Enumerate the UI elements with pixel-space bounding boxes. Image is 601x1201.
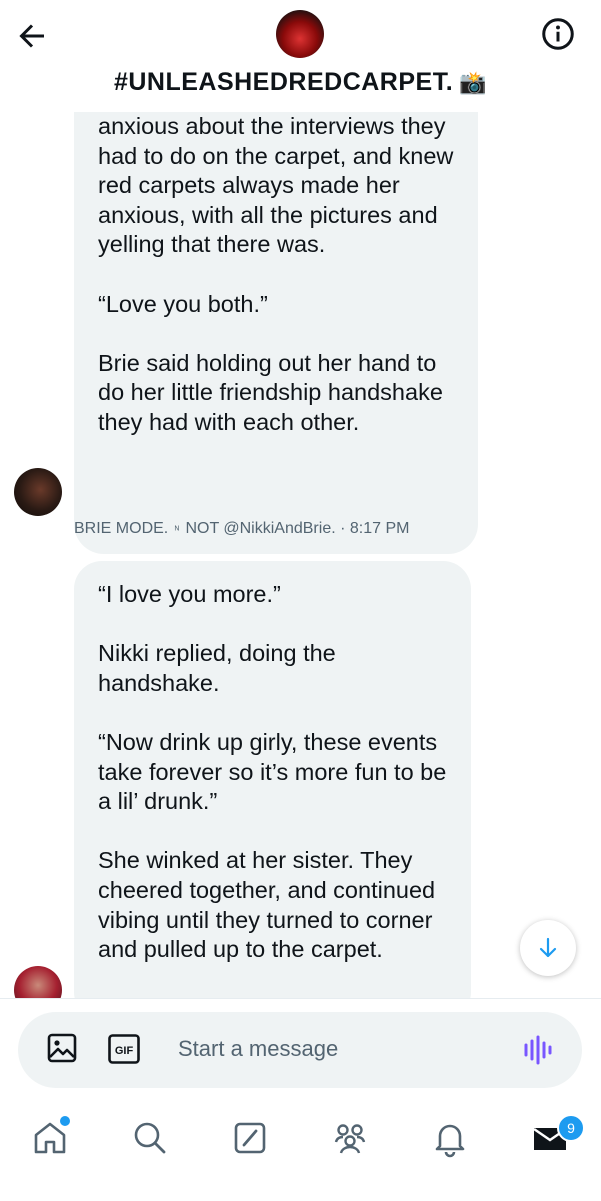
chat-header: #UNLEASHEDREDCARPET. 📸 — [0, 0, 601, 112]
message-text: anxious about the interviews they had to… — [98, 113, 454, 258]
messages-badge: 9 — [557, 1114, 585, 1142]
message-input[interactable]: Start a message — [178, 1036, 338, 1062]
message-text: “I love you more.” — [98, 581, 281, 607]
notifications-icon — [435, 1124, 465, 1158]
gif-icon: GIF — [108, 1034, 140, 1064]
sender-name[interactable]: BRIE MODE. — [74, 520, 168, 537]
search-icon — [134, 1122, 166, 1154]
arrow-left-icon — [19, 24, 44, 48]
chat-title[interactable]: #UNLEASHEDREDCARPET. 📸 — [0, 68, 601, 97]
grok-icon — [234, 1122, 266, 1154]
message-text: “Now drink up girly, these events take f… — [98, 728, 447, 815]
arrow-down-icon — [539, 937, 557, 958]
voice-waveform-icon — [524, 1035, 552, 1065]
image-icon — [47, 1033, 77, 1063]
home-notification-dot — [58, 1114, 72, 1128]
back-button[interactable] — [14, 18, 50, 54]
nav-grok[interactable] — [230, 1118, 270, 1158]
scroll-to-bottom-button[interactable] — [520, 920, 576, 976]
nav-notifications[interactable] — [430, 1118, 470, 1158]
message-text: Brie said holding out her hand to do her… — [98, 349, 443, 435]
gif-label: GIF — [115, 1045, 134, 1057]
nav-communities[interactable] — [330, 1118, 370, 1158]
conversation-info-button[interactable] — [540, 16, 576, 52]
add-gif-button[interactable]: GIF — [108, 1034, 140, 1064]
sender-avatar[interactable] — [14, 468, 62, 516]
message-text: She winked at her sister. They cheered t… — [98, 847, 436, 963]
group-avatar[interactable] — [276, 10, 324, 58]
message-time: · 8:17 PM — [340, 520, 410, 537]
add-photo-button[interactable] — [44, 1030, 80, 1066]
chat-title-text: #UNLEASHEDREDCARPET. — [113, 68, 454, 96]
message-text: Nikki replied, doing the handshake. — [98, 640, 336, 696]
camera-flash-icon: 📸 — [459, 70, 488, 96]
nav-search[interactable] — [130, 1118, 170, 1158]
message-text: “Love you both.” — [98, 290, 268, 317]
verified-mark-icon: ᴺ — [174, 525, 179, 536]
voice-message-button[interactable] — [520, 1032, 556, 1068]
sender-handle: NOT @NikkiAndBrie. — [185, 520, 336, 537]
message-bubble[interactable]: anxious about the interviews they had to… — [74, 40, 478, 554]
message-meta: BRIE MODE. ᴺ NOT @NikkiAndBrie. · 8:17 P… — [74, 520, 409, 538]
communities-icon — [334, 1124, 366, 1154]
message-bubble[interactable]: “I love you more.” Nikki replied, doing … — [74, 561, 471, 1020]
info-circle-icon — [542, 18, 574, 50]
